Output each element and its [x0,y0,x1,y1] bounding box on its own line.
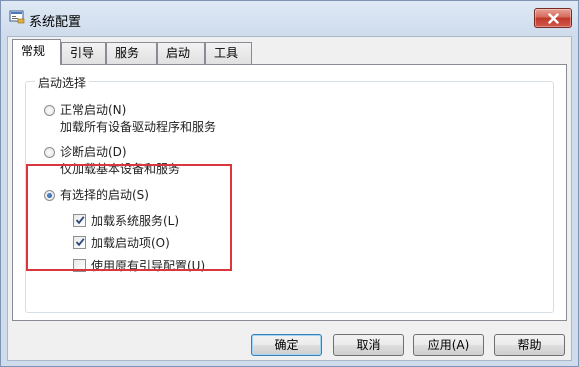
apply-button[interactable]: 应用(A) [413,334,484,356]
close-icon [548,13,559,24]
diagnostic-startup-radio[interactable] [44,147,55,158]
normal-startup-radio[interactable] [44,105,55,116]
tab-startup-label: 启动 [166,46,191,60]
checkmark-icon [75,238,85,247]
normal-startup-label[interactable]: 正常启动(N) [60,101,126,118]
tab-tools[interactable]: 工具 [205,42,252,64]
tab-boot[interactable]: 引导 [61,42,106,64]
tab-tools-label: 工具 [214,46,239,60]
cancel-button[interactable]: 取消 [333,334,404,356]
load-system-services-checkbox[interactable] [73,214,86,227]
general-tab-panel: 启动选择 正常启动(N) 加载所有设备驱动程序和服务 诊断启动(D) 仅加载基本… [12,64,567,321]
tab-services[interactable]: 服务 [106,42,157,64]
help-button[interactable]: 帮助 [494,334,565,356]
title-bar[interactable]: 系统配置 [1,1,578,37]
diagnostic-startup-description: 仅加载基本设备和服务 [60,162,181,176]
tab-general-label: 常规 [21,44,46,58]
selective-startup-radio[interactable] [44,190,55,201]
load-startup-items-label[interactable]: 加载启动项(O) [91,234,170,251]
use-original-boot-config-label[interactable]: 使用原有引导配置(U) [91,257,205,274]
use-original-boot-config-checkbox[interactable] [73,259,86,272]
diagnostic-startup-label[interactable]: 诊断启动(D) [60,143,127,160]
ok-button[interactable]: 确定 [251,334,322,356]
load-system-services-label[interactable]: 加载系统服务(L) [91,212,179,229]
dialog-client-area: 常规 引导 服务 启动 工具 启动选择 正常启动(N) 加载所有设备驱动程序和服… [7,36,572,361]
close-button[interactable] [534,8,572,28]
load-startup-items-checkbox[interactable] [73,236,86,249]
system-config-icon [9,10,25,24]
system-configuration-window: 系统配置 常规 引导 服务 启动 工具 启动选择 正常启动(N) 加载所有设备驱… [0,0,579,367]
tab-startup[interactable]: 启动 [157,42,205,64]
window-title: 系统配置 [29,15,82,30]
checkmark-icon [75,216,85,225]
selective-startup-label[interactable]: 有选择的启动(S) [60,186,149,203]
tab-general[interactable]: 常规 [12,39,61,65]
startup-selection-group-label: 启动选择 [35,74,90,91]
tab-boot-label: 引导 [70,46,95,60]
tab-services-label: 服务 [115,46,140,60]
normal-startup-description: 加载所有设备驱动程序和服务 [60,120,217,134]
